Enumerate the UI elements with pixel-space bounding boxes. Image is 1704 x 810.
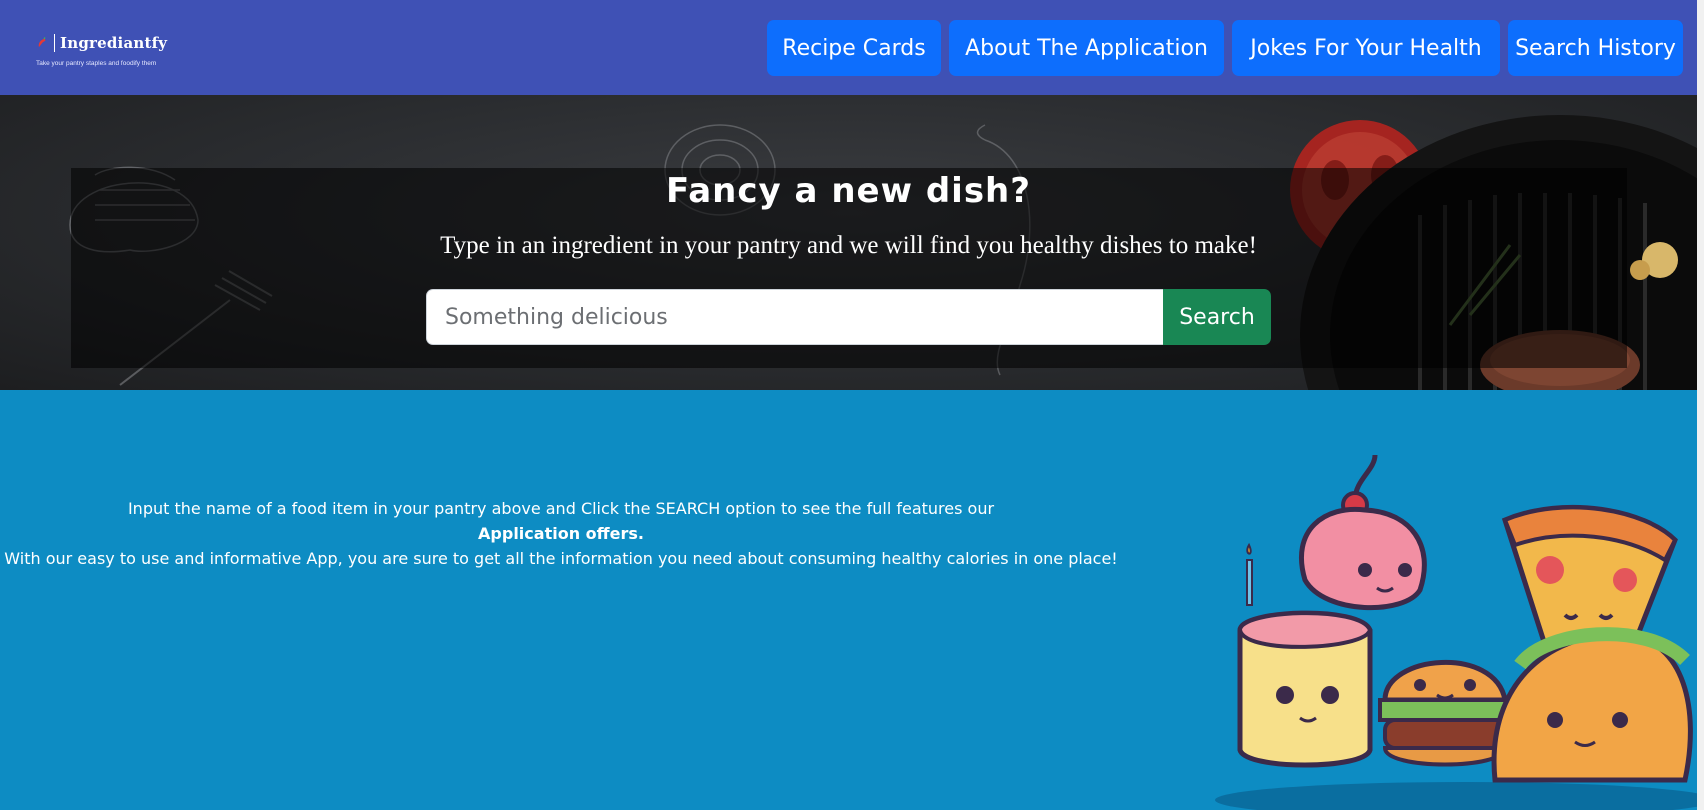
brand-divider	[54, 34, 55, 52]
brand-name: Ingrediantfy	[60, 34, 168, 52]
info-line-3: With our easy to use and informative App…	[4, 549, 1118, 568]
brand-logo[interactable]: Ingrediantfy Take your pantry staples an…	[36, 32, 186, 72]
nav-about-button[interactable]: About The Application	[949, 20, 1224, 76]
info-line-2: Application offers.	[478, 524, 644, 543]
page: Ingrediantfy Take your pantry staples an…	[0, 0, 1704, 810]
ice-cream-icon	[1298, 454, 1427, 611]
navbar: Ingrediantfy Take your pantry staples an…	[0, 0, 1704, 95]
nav-jokes-button[interactable]: Jokes For Your Health	[1232, 20, 1500, 76]
nav-search-history-button[interactable]: Search History	[1508, 20, 1683, 76]
brand-tagline: Take your pantry staples and foodify the…	[36, 60, 157, 67]
nav-recipe-cards-button[interactable]: Recipe Cards	[767, 20, 941, 76]
hero-title: Fancy a new dish?	[666, 171, 1031, 211]
info-text: Input the name of a food item in your pa…	[0, 496, 1122, 571]
info-section: Input the name of a food item in your pa…	[0, 390, 1697, 810]
taco-icon	[1491, 627, 1693, 783]
nav-links: Recipe Cards About The Application Jokes…	[767, 20, 1683, 76]
search-button[interactable]: Search	[1163, 289, 1271, 345]
food-mascots-illustration	[1215, 454, 1697, 810]
ingredient-search-input[interactable]	[426, 289, 1163, 345]
page-scrollbar[interactable]	[1697, 0, 1704, 810]
hero-subtitle: Type in an ingredient in your pantry and…	[440, 232, 1257, 259]
hero-banner: Fancy a new dish? Type in an ingredient …	[0, 95, 1697, 390]
info-line-1: Input the name of a food item in your pa…	[127, 499, 995, 518]
burger-icon	[1378, 659, 1512, 767]
search-group: Search	[426, 289, 1271, 345]
chili-pepper-icon	[38, 37, 46, 47]
